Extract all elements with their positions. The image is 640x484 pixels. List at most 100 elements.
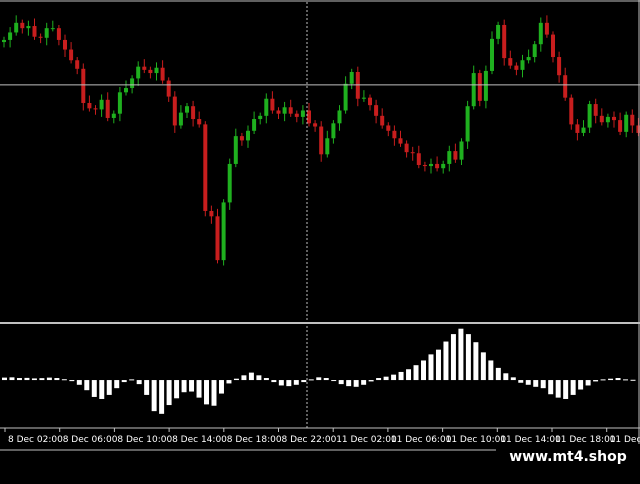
watermark-text: www.mt4.shop bbox=[496, 444, 640, 471]
histogram-bar bbox=[286, 380, 292, 387]
histogram-bar bbox=[428, 354, 434, 381]
histogram-bar bbox=[533, 380, 539, 387]
histogram-bar bbox=[383, 376, 389, 381]
histogram-bar bbox=[301, 380, 307, 383]
histogram-bar bbox=[226, 380, 232, 384]
price-candle bbox=[215, 208, 220, 264]
histogram-bar bbox=[39, 378, 45, 381]
histogram-bar bbox=[368, 380, 374, 382]
histogram-bar bbox=[159, 380, 165, 414]
histogram-bar bbox=[76, 380, 82, 385]
histogram-bar bbox=[31, 378, 37, 381]
histogram-bar bbox=[510, 377, 516, 381]
histogram-bar bbox=[204, 380, 210, 405]
histogram-bar bbox=[435, 349, 441, 381]
histogram-bar bbox=[278, 380, 284, 386]
histogram-bar bbox=[421, 360, 426, 381]
histogram-bar bbox=[316, 377, 322, 381]
histogram-bar bbox=[406, 369, 412, 381]
histogram-bar bbox=[248, 372, 254, 381]
histogram-bar bbox=[91, 380, 97, 397]
histogram-bar bbox=[458, 328, 464, 381]
histogram-bar bbox=[503, 373, 509, 381]
histogram-bar bbox=[106, 380, 112, 395]
histogram-bar bbox=[630, 379, 636, 381]
histogram-bar bbox=[480, 352, 486, 381]
histogram-bar bbox=[443, 341, 449, 381]
histogram-bar bbox=[84, 380, 90, 391]
histogram-bar bbox=[2, 377, 7, 381]
histogram-bar bbox=[129, 379, 135, 381]
histogram-bar bbox=[99, 380, 105, 399]
histogram-bar bbox=[555, 380, 561, 398]
histogram-bar bbox=[495, 367, 501, 381]
histogram-bar bbox=[174, 380, 180, 399]
histogram-bar bbox=[69, 380, 75, 382]
histogram-bar bbox=[166, 380, 172, 406]
chart-canvas[interactable]: 8 Dec 02:00 8 Dec 06:00 8 Dec 10:00 8 Dec 1… bbox=[0, 0, 640, 480]
histogram-bar bbox=[450, 334, 456, 381]
histogram-bar bbox=[256, 375, 262, 381]
histogram-bar bbox=[615, 378, 621, 381]
time-axis-label: 8 Dec 10:00 bbox=[117, 435, 172, 445]
histogram-bar bbox=[563, 380, 569, 399]
histogram-bar bbox=[413, 365, 419, 381]
time-axis-label: 11 Dec 06:00 bbox=[391, 435, 452, 445]
histogram-bar bbox=[151, 380, 157, 412]
histogram-bar bbox=[473, 342, 479, 381]
price-candle bbox=[477, 69, 482, 107]
histogram-bar bbox=[465, 334, 471, 381]
histogram-bar bbox=[211, 380, 217, 406]
histogram-bar bbox=[308, 379, 314, 381]
histogram-bar bbox=[525, 380, 531, 385]
histogram-bar bbox=[271, 380, 277, 383]
histogram-bar bbox=[196, 380, 202, 398]
histogram-bar bbox=[241, 375, 247, 381]
histogram-bar bbox=[488, 360, 494, 381]
histogram-bar bbox=[398, 371, 404, 381]
histogram-bar bbox=[600, 379, 606, 381]
histogram-bar bbox=[61, 379, 67, 381]
histogram-bar bbox=[24, 377, 30, 381]
histogram-bar bbox=[54, 378, 60, 381]
histogram-bar bbox=[376, 378, 382, 381]
histogram-bar bbox=[391, 374, 397, 381]
time-axis-label: 8 Dec 18:00 bbox=[227, 435, 282, 445]
histogram-bar bbox=[353, 380, 359, 387]
time-axis-label: 8 Dec 02:00 bbox=[8, 435, 63, 445]
histogram-bar bbox=[540, 380, 546, 389]
histogram-bar bbox=[623, 379, 629, 381]
histogram-bar bbox=[570, 380, 576, 395]
histogram-bar bbox=[361, 380, 367, 385]
price-candle bbox=[203, 121, 208, 217]
histogram-bar bbox=[293, 380, 299, 385]
histogram-bar bbox=[346, 380, 352, 387]
histogram-bar bbox=[218, 380, 224, 394]
histogram-bar bbox=[114, 380, 120, 389]
time-axis-label: 11 Dec 02:00 bbox=[336, 435, 397, 445]
chart-background bbox=[0, 0, 640, 480]
price-candle bbox=[227, 158, 232, 210]
histogram-bar bbox=[181, 380, 187, 393]
trading-chart-window[interactable]: 8 Dec 02:00 8 Dec 06:00 8 Dec 10:00 8 Dec 1… bbox=[0, 0, 640, 480]
histogram-bar bbox=[233, 378, 239, 381]
histogram-bar bbox=[9, 377, 15, 381]
histogram-bar bbox=[136, 380, 142, 385]
histogram-bar bbox=[518, 380, 524, 383]
histogram-bar bbox=[608, 378, 614, 381]
time-axis-label: 8 Dec 22:00 bbox=[282, 435, 337, 445]
histogram-bar bbox=[331, 380, 337, 382]
histogram-bar bbox=[121, 380, 127, 383]
histogram-bar bbox=[16, 378, 22, 381]
price-candle bbox=[221, 199, 226, 266]
time-axis-label: 8 Dec 14:00 bbox=[172, 435, 227, 445]
time-axis-label: 8 Dec 06:00 bbox=[63, 435, 118, 445]
histogram-bar bbox=[189, 380, 195, 392]
histogram-bar bbox=[578, 380, 584, 390]
histogram-bar bbox=[144, 380, 150, 395]
histogram-bar bbox=[593, 380, 599, 382]
histogram-bar bbox=[548, 380, 554, 395]
histogram-bar bbox=[338, 380, 344, 385]
histogram-bar bbox=[46, 377, 52, 381]
histogram-bar bbox=[323, 378, 329, 381]
